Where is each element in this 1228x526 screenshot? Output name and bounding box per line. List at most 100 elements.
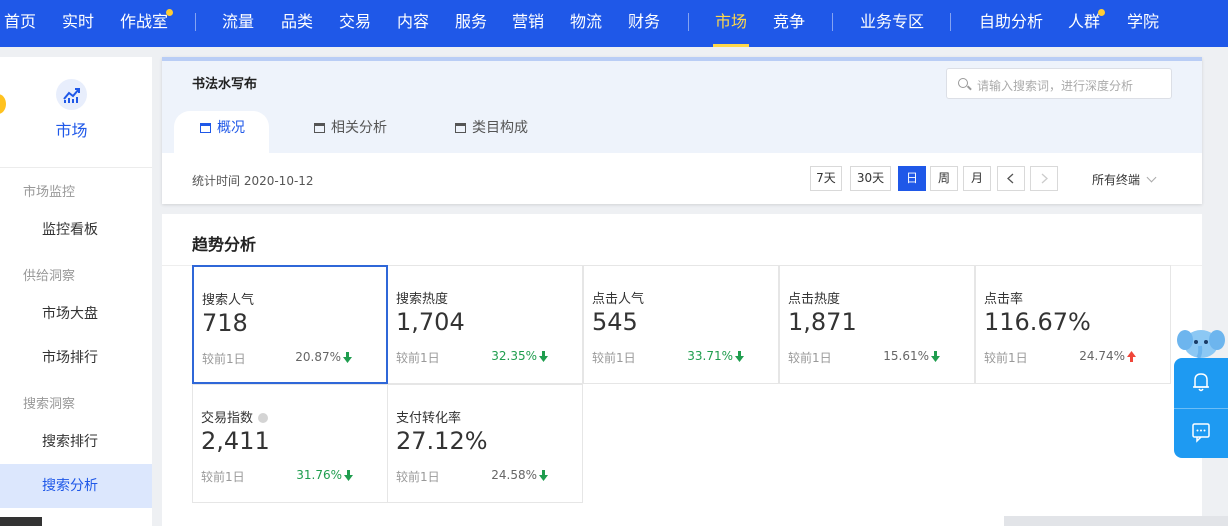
nav-separator	[832, 13, 833, 31]
period-month-button[interactable]: 月	[963, 166, 991, 191]
arrow-down-icon	[931, 351, 940, 362]
arrow-down-icon	[735, 351, 744, 362]
metric-search-heat[interactable]: 搜索热度 1,704 较前1日 32.35%	[387, 265, 583, 384]
sidebar-item-monitor-board[interactable]: 监控看板	[0, 208, 152, 252]
bag-icon	[200, 123, 211, 133]
trend-analysis-panel: 趋势分析 搜索人气 718 较前1日 20.87% 搜索热度 1,704 较前1…	[162, 214, 1202, 526]
metric-click-rate[interactable]: 点击率 116.67% 较前1日 24.74%	[975, 265, 1171, 384]
metric-compare-label: 较前1日	[202, 352, 246, 366]
metric-label-text: 交易指数	[201, 411, 254, 426]
nav-item-war-room[interactable]: 作战室	[120, 0, 168, 47]
metric-compare-label: 较前1日	[592, 351, 636, 365]
period-day-button[interactable]: 日	[898, 166, 926, 191]
nav-notify-dot	[166, 9, 173, 16]
metric-change: 32.35%	[491, 349, 537, 363]
metric-value: 2,411	[201, 427, 270, 455]
metric-change: 24.58%	[491, 468, 537, 482]
nav-item-content[interactable]: 内容	[397, 0, 429, 47]
tab-label: 概况	[217, 120, 245, 136]
sidebar-item-market-ranking[interactable]: 市场排行	[0, 336, 152, 380]
prev-date-button[interactable]	[997, 166, 1025, 191]
trend-title: 趋势分析	[192, 235, 257, 254]
sidebar-item-market-overview[interactable]: 市场大盘	[0, 292, 152, 336]
nav-item-traffic[interactable]: 流量	[222, 0, 254, 47]
metric-click-popularity[interactable]: 点击人气 545 较前1日 33.71%	[583, 265, 779, 384]
bag-icon	[314, 123, 325, 133]
nav-item-realtime[interactable]: 实时	[62, 0, 94, 47]
elephant-mascot-icon[interactable]	[1176, 322, 1226, 360]
nav-item-crowd[interactable]: 人群	[1068, 0, 1100, 47]
nav-item-marketing[interactable]: 营销	[512, 0, 544, 47]
tab-related-analysis[interactable]: 相关分析	[314, 111, 387, 153]
metric-click-heat[interactable]: 点击热度 1,871 较前1日 15.61%	[779, 265, 975, 384]
tab-label: 相关分析	[331, 120, 387, 136]
metric-change: 33.71%	[687, 349, 733, 363]
bottom-bar	[42, 517, 67, 526]
sidebar: 市场 市场监控 监控看板 供给洞察 市场大盘 市场排行 搜索洞察 搜索排行 搜索…	[0, 57, 152, 526]
tab-overview[interactable]: 概况	[174, 111, 269, 153]
period-week-button[interactable]: 周	[930, 166, 958, 191]
nav-separator	[950, 13, 951, 31]
nav-item-competition[interactable]: 竞争	[773, 0, 805, 47]
sidebar-group-search-insight: 搜索洞察	[23, 397, 76, 412]
nav-item-market[interactable]: 市场	[712, 0, 750, 47]
metric-trade-index[interactable]: 交易指数 2,411 较前1日 31.76%	[192, 384, 388, 503]
nav-separator	[688, 13, 689, 31]
chevron-right-icon	[1041, 173, 1048, 184]
terminal-select[interactable]: 所有终端	[1092, 171, 1157, 188]
top-navigation: 首页 实时 作战室 流量 品类 交易 内容 服务 营销 物流 财务 市场 竞争 …	[0, 0, 1228, 47]
metric-value: 116.67%	[984, 308, 1091, 336]
bottom-bar	[0, 517, 42, 526]
bottom-bar	[1004, 516, 1228, 526]
metric-change: 20.87%	[295, 350, 341, 364]
nav-item-business-zone[interactable]: 业务专区	[860, 0, 924, 47]
metric-value: 718	[202, 309, 248, 337]
nav-item-trade[interactable]: 交易	[339, 0, 371, 47]
floating-toolbar	[1174, 358, 1228, 458]
metric-label: 点击人气	[592, 292, 645, 307]
metric-compare-label: 较前1日	[201, 470, 245, 484]
tab-label: 类目构成	[472, 120, 528, 136]
nav-item-finance[interactable]: 财务	[628, 0, 660, 47]
nav-separator	[195, 13, 196, 31]
stat-time: 统计时间 2020-10-12	[192, 174, 314, 188]
period-7-days-button[interactable]: 7天	[810, 166, 842, 191]
sidebar-item-search-analysis[interactable]: 搜索分析	[0, 464, 152, 508]
period-30-days-button[interactable]: 30天	[850, 166, 891, 191]
notification-button[interactable]	[1174, 358, 1228, 408]
metric-compare-label: 较前1日	[788, 351, 832, 365]
metric-value: 1,704	[396, 308, 465, 336]
nav-item-category[interactable]: 品类	[281, 0, 313, 47]
metric-label: 支付转化率	[396, 411, 462, 426]
nav-item-self-analysis[interactable]: 自助分析	[979, 0, 1043, 47]
search-icon	[958, 78, 968, 88]
metric-change: 15.61%	[883, 349, 929, 363]
metric-label: 点击热度	[788, 292, 841, 307]
nav-item-service[interactable]: 服务	[455, 0, 487, 47]
keyword-title: 书法水写布	[192, 77, 258, 92]
arrow-down-icon	[539, 351, 548, 362]
sidebar-item-search-ranking[interactable]: 搜索排行	[0, 420, 152, 464]
next-date-button[interactable]	[1030, 166, 1058, 191]
arrow-down-icon	[344, 470, 353, 481]
info-icon[interactable]	[258, 413, 269, 423]
terminal-select-value: 所有终端	[1092, 173, 1141, 187]
bell-icon	[1193, 373, 1209, 392]
chat-button[interactable]	[1174, 408, 1228, 458]
nav-item-home[interactable]: 首页	[4, 0, 36, 47]
sidebar-title: 市场	[55, 121, 88, 140]
metric-change: 24.74%	[1079, 349, 1125, 363]
nav-item-academy[interactable]: 学院	[1127, 0, 1159, 47]
chevron-down-icon	[1146, 172, 1157, 183]
arrow-down-icon	[343, 352, 352, 363]
metric-search-popularity[interactable]: 搜索人气 718 较前1日 20.87%	[192, 265, 388, 384]
metric-change: 31.76%	[296, 468, 342, 482]
tab-category-composition[interactable]: 类目构成	[455, 111, 528, 153]
metric-value: 545	[592, 308, 638, 336]
metric-label: 搜索热度	[396, 292, 449, 307]
keyword-search-input[interactable]: 请输入搜索词，进行深度分析	[946, 68, 1172, 99]
metric-payment-conversion[interactable]: 支付转化率 27.12% 较前1日 24.58%	[387, 384, 583, 503]
metric-label: 交易指数	[201, 407, 269, 426]
nav-item-logistics[interactable]: 物流	[570, 0, 602, 47]
metric-value: 1,871	[788, 308, 857, 336]
